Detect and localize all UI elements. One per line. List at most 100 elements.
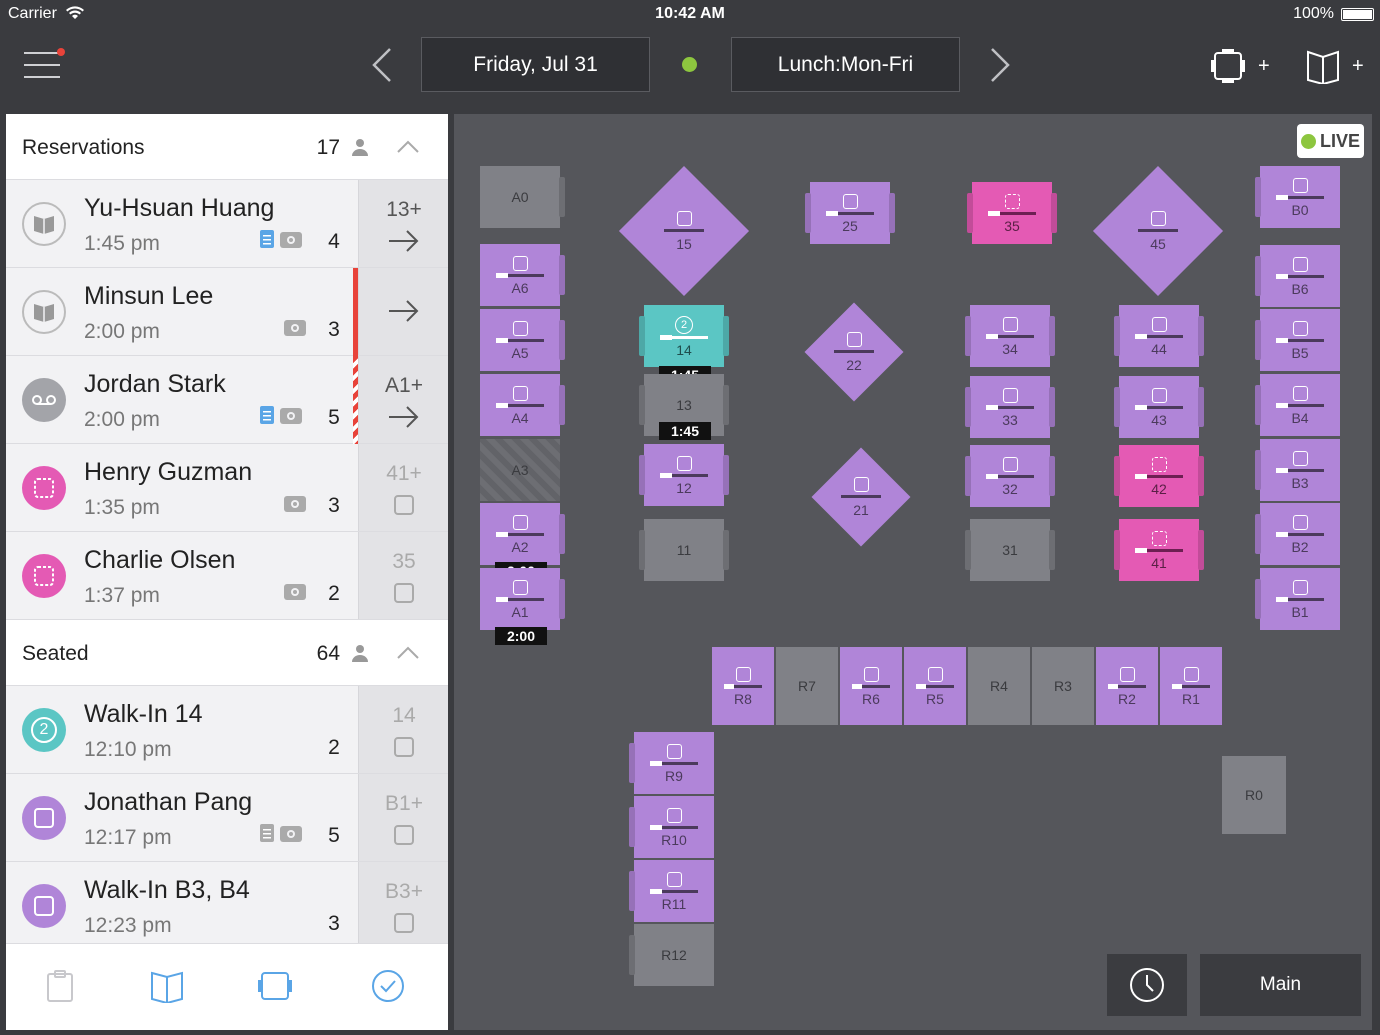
camera-icon [284,496,306,512]
reservations-title: Reservations [22,136,145,159]
seated-time: 12:17 pm [84,826,172,849]
reservation-row[interactable]: Yu-Hsuan Huang 1:45 pm 4 13+ [6,180,448,268]
table-R8[interactable]: R8 [712,647,774,725]
table-B3[interactable]: B3 [1255,439,1340,501]
guest-name: Jonathan Pang [84,788,253,816]
checkmark-icon [372,970,404,1002]
seat-action[interactable]: 35 [358,532,448,619]
reservation-row[interactable]: Jordan Stark 2:00 pm 5 A1+ [6,356,448,444]
tab-seated[interactable] [255,966,295,1006]
add-walkin-button[interactable]: + [1210,46,1270,86]
table-33[interactable]: 33 [965,376,1055,438]
table-R7[interactable]: R7 [776,647,838,725]
shift-selector[interactable]: Lunch:Mon-Fri [731,37,960,92]
previous-day-arrow-icon[interactable] [370,46,394,84]
table-R10[interactable]: R10 [629,796,714,858]
table-R1[interactable]: R1 [1160,647,1222,725]
table-A4[interactable]: A4 [480,374,565,436]
notes-icon [260,406,274,424]
table-R9[interactable]: R9 [629,732,714,794]
table-42[interactable]: 42 [1114,445,1204,507]
seated-row[interactable]: 2 Walk-In 14 12:10 pm 2 14 [6,686,448,774]
table-22[interactable]: 22 [804,302,904,402]
live-label: LIVE [1319,130,1360,151]
table-B2[interactable]: B2 [1255,503,1340,565]
table-label: B6 [1291,280,1309,297]
table-B6[interactable]: B6 [1255,245,1340,307]
next-day-arrow-icon[interactable] [988,46,1012,84]
table-R12[interactable]: R12 [629,924,714,986]
table-44[interactable]: 44 [1114,305,1204,367]
seat-action[interactable]: 41+ [358,444,448,531]
seated-header[interactable]: Seated 64 [6,620,448,686]
seat-action[interactable]: 13+ [358,180,448,267]
table-11[interactable]: 11 [639,519,729,581]
tab-finished[interactable] [368,966,408,1006]
table-R11[interactable]: R11 [629,860,714,922]
chevron-up-icon[interactable] [396,140,420,154]
room-selector-button[interactable]: Main [1200,954,1361,1016]
table-tag: 13+ [386,198,422,221]
table-14[interactable]: 2 14 [639,305,729,367]
battery-icon [1341,8,1374,21]
table-B1[interactable]: B1 [1255,568,1340,630]
table-31[interactable]: 31 [965,519,1055,581]
table-41[interactable]: 41 [1114,519,1204,581]
party-size: 5 [328,406,340,429]
seated-row[interactable]: Walk-In B3, B4 12:23 pm 3 B3+ [6,862,448,950]
table-label: B5 [1291,344,1309,361]
table-B5[interactable]: B5 [1255,309,1340,371]
table-label: R6 [862,690,880,707]
reservation-row[interactable]: Henry Guzman 1:35 pm 3 41+ [6,444,448,532]
table-label: 31 [1002,542,1018,558]
reservations-count: 17 [316,136,340,159]
table-R5[interactable]: R5 [904,647,966,725]
reservation-row[interactable]: Minsun Lee 2:00 pm 3 [6,268,448,356]
table-45[interactable]: 45 [1092,165,1224,297]
table-A6[interactable]: A6 [480,244,565,306]
reservations-header[interactable]: Reservations 17 [6,114,448,180]
table-25[interactable]: 25 [805,182,895,244]
table-A2[interactable]: A2 [480,503,565,565]
table-A1[interactable]: A1 [480,568,565,630]
table-assignment[interactable]: 14 [358,686,448,773]
table-34[interactable]: 34 [965,305,1055,367]
person-icon [352,645,368,662]
table-B4[interactable]: B4 [1255,374,1340,436]
live-badge[interactable]: LIVE [1297,124,1364,158]
table-label: A2 [511,538,529,555]
table-R4[interactable]: R4 [968,647,1030,725]
notes-icon [260,824,274,842]
status-time: 10:42 AM [655,5,725,22]
table-21[interactable]: 21 [811,447,911,547]
table-icon [394,495,414,515]
chevron-up-icon[interactable] [396,646,420,660]
table-R2[interactable]: R2 [1096,647,1158,725]
seated-row[interactable]: Jonathan Pang 12:17 pm 5 B1+ [6,774,448,862]
date-selector[interactable]: Friday, Jul 31 [421,37,650,92]
table-R0[interactable]: R0 [1222,756,1286,834]
table-R3[interactable]: R3 [1032,647,1094,725]
table-A3[interactable]: A3 [480,439,560,501]
table-label: 35 [1004,217,1020,234]
table-A0[interactable]: A0 [480,166,565,228]
reservation-row[interactable]: Charlie Olsen 1:37 pm 2 35 [6,532,448,620]
table-32[interactable]: 32 [965,445,1055,507]
seat-action[interactable]: A1+ [358,356,448,443]
table-35[interactable]: 35 [967,182,1057,244]
tab-waitlist[interactable] [40,966,80,1006]
table-B0[interactable]: B0 [1255,166,1340,228]
camera-icon [284,320,306,336]
table-43[interactable]: 43 [1114,376,1204,438]
tab-reservations[interactable] [147,966,187,1006]
table-A5[interactable]: A5 [480,309,565,371]
table-assignment[interactable]: B3+ [358,862,448,949]
menu-button[interactable] [24,48,65,84]
table-assignment[interactable]: B1+ [358,774,448,861]
seat-action[interactable] [358,268,448,355]
add-reservation-button[interactable]: + [1306,46,1364,86]
timeline-button[interactable] [1107,954,1187,1016]
table-R6[interactable]: R6 [840,647,902,725]
table-15[interactable]: 15 [618,165,750,297]
table-12[interactable]: 12 [639,444,729,506]
